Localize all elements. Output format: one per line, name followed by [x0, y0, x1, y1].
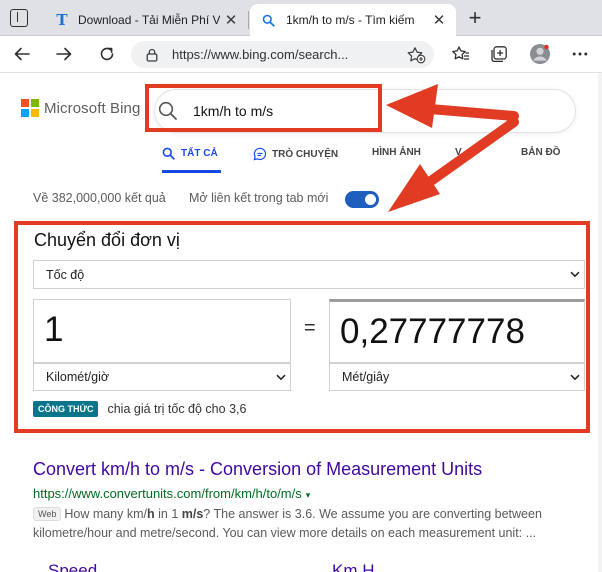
forward-arrow-icon[interactable] [52, 42, 76, 66]
chevron-down-icon [566, 374, 584, 381]
snippet-highlight: h [147, 507, 155, 521]
profile-avatar-icon[interactable] [528, 42, 552, 66]
back-arrow-icon[interactable] [10, 42, 34, 66]
result-snippet: Web How many km/h in 1 m/s? The answer is… [33, 505, 563, 543]
microsoft-logo-icon [21, 99, 39, 117]
add-favorite-icon[interactable] [406, 46, 426, 64]
web-badge: Web [33, 507, 62, 521]
browser-window: T Download - Tải Miễn Phí VN - ✕ 1km/h t… [0, 0, 602, 572]
chevron-down-icon [272, 374, 290, 381]
browser-toolbar: https://www.bing.com/search... [0, 36, 602, 73]
favorites-icon[interactable] [448, 42, 472, 66]
formula-row: CÔNG THỨC chia giá trị tốc độ cho 3,6 [33, 401, 246, 417]
to-unit-value: Mét/giây [342, 370, 390, 384]
search-icon [157, 100, 179, 122]
tab-label: TẤT CẢ [181, 148, 218, 159]
more-options-icon[interactable] [568, 42, 592, 66]
tab-bing-search[interactable]: 1km/h to m/s - Tìm kiếm ✕ [250, 4, 456, 36]
tab-label: TRÒ CHUYỆN [272, 148, 339, 160]
equals-sign: = [304, 317, 316, 339]
search-input[interactable]: 1km/h to m/s [155, 90, 575, 132]
logo-text: Microsoft Bing [44, 99, 141, 117]
snippet-part: How many km/ [64, 507, 147, 521]
close-icon[interactable]: ✕ [428, 11, 450, 29]
result-url-text: https://www.convertunits.com/from/km/h/t… [33, 486, 302, 501]
tab-label: HÌNH ẢNH [372, 147, 421, 158]
converter-title: Chuyển đổi đơn vị [34, 230, 180, 250]
tab-label: BẢN ĐỒ [521, 147, 561, 158]
tab-title: 1km/h to m/s - Tìm kiếm [286, 13, 415, 27]
new-tab-button[interactable]: + [462, 6, 488, 32]
tab-bar: T Download - Tải Miễn Phí VN - ✕ 1km/h t… [0, 0, 602, 36]
to-unit-select[interactable]: Mét/giây [329, 363, 585, 391]
chevron-down-icon [566, 271, 584, 278]
result-url[interactable]: https://www.convertunits.com/from/km/h/t… [33, 486, 310, 501]
formula-badge: CÔNG THỨC [33, 401, 99, 417]
active-tab-indicator [162, 170, 221, 173]
category-select[interactable]: Tốc độ [33, 260, 585, 289]
category-value: Tốc độ [46, 267, 85, 282]
tab-videos[interactable]: V [455, 147, 462, 158]
address-bar[interactable]: https://www.bing.com/search... [131, 41, 434, 68]
tab-download[interactable]: T Download - Tải Miễn Phí VN - ✕ [40, 4, 248, 36]
chat-icon [253, 147, 267, 161]
url-text: https://www.bing.com/search... [172, 47, 349, 62]
search-icon [162, 147, 175, 160]
tab-label: V [455, 147, 462, 158]
result-title-link[interactable]: Convert km/h to m/s - Conversion of Meas… [33, 459, 482, 480]
tab-title: Download - Tải Miễn Phí VN - [78, 13, 220, 27]
arrow-to-converter [388, 117, 519, 212]
bing-logo[interactable]: Microsoft Bing [21, 99, 140, 117]
refresh-icon[interactable] [95, 42, 119, 66]
from-unit-select[interactable]: Kilomét/giờ [33, 363, 291, 391]
output-value-field[interactable]: 0,27777778 [329, 299, 585, 363]
new-tab-label: Mở liên kết trong tab mới [189, 191, 329, 205]
deep-link-kmh[interactable]: Km H [332, 561, 375, 572]
snippet-part: in 1 [154, 507, 182, 521]
caret-down-icon[interactable]: ▾ [306, 490, 311, 501]
scope-tabs: TẤT CẢ TRÒ CHUYỆN HÌNH ẢNH V BẢN ĐỒ [0, 141, 602, 173]
input-value-field[interactable]: 1 [33, 299, 291, 363]
tab-images[interactable]: HÌNH ẢNH [372, 147, 421, 158]
tab-all[interactable]: TẤT CẢ [162, 147, 218, 160]
search-query: 1km/h to m/s [193, 103, 274, 119]
lock-icon[interactable] [146, 48, 160, 62]
formula-text: chia giá trị tốc độ cho 3,6 [107, 402, 247, 416]
deep-link-speed[interactable]: Speed [48, 561, 97, 572]
results-count: Về 382,000,000 kết quả [33, 191, 166, 205]
from-unit-value: Kilomét/giờ [46, 370, 110, 384]
new-tab-toggle[interactable] [345, 191, 379, 208]
scrollbar-track[interactable] [598, 73, 602, 572]
tab-maps[interactable]: BẢN ĐỒ [521, 147, 560, 158]
tab-divider [248, 11, 249, 29]
tab-chat[interactable]: TRÒ CHUYỆN [253, 147, 338, 161]
unit-converter-card: Chuyển đổi đơn vị Tốc độ 1 = 0,27777778 … [21, 223, 587, 430]
snippet-highlight: m/s [181, 507, 204, 521]
collections-icon[interactable] [487, 42, 511, 66]
close-icon[interactable]: ✕ [220, 11, 242, 29]
tab-actions-icon[interactable] [10, 9, 28, 27]
search-icon [260, 12, 276, 28]
t-logo-icon: T [56, 11, 68, 29]
